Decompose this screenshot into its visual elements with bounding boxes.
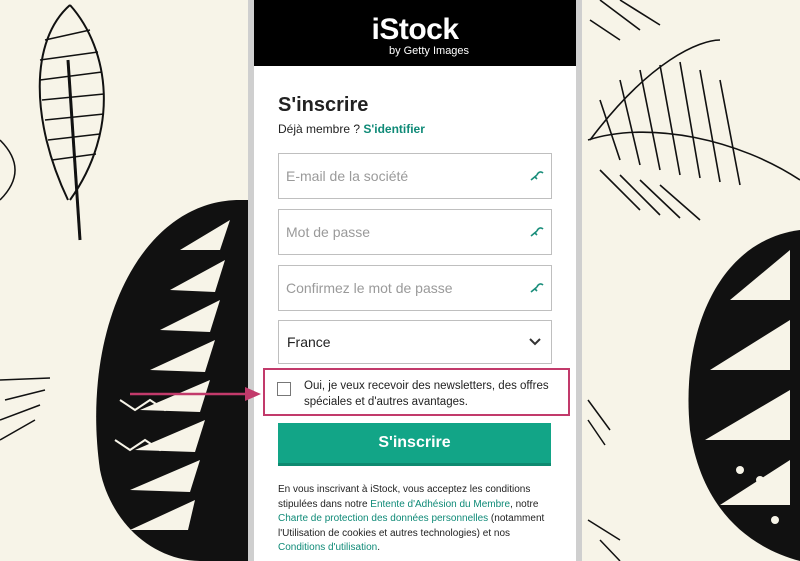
signin-link[interactable]: S'identifier (363, 122, 425, 136)
key-icon[interactable] (529, 168, 545, 184)
feather-left-large (96, 200, 248, 561)
key-icon[interactable] (529, 224, 545, 240)
input-group: France (278, 153, 552, 364)
newsletter-checkbox[interactable] (277, 382, 291, 396)
brand-tagline: by Getty Images (388, 45, 470, 57)
already-member-line: Déjà membre ? S'identifier (278, 122, 552, 136)
already-member-text: Déjà membre ? (278, 122, 361, 136)
brand-logo[interactable]: iStock (371, 15, 459, 45)
privacy-policy-link[interactable]: Charte de protection des données personn… (278, 513, 488, 524)
legal-part-2: , notre (510, 498, 539, 510)
country-value: France (287, 334, 331, 350)
feather-top-right (587, 0, 800, 221)
legal-text: En vous inscrivant à iStock, vous accept… (278, 483, 558, 556)
chevron-down-icon (529, 338, 541, 346)
confirm-password-field[interactable] (279, 266, 551, 310)
confirm-password-field-container (278, 265, 552, 311)
signup-form: S'inscrire Déjà membre ? S'identifier E-… (254, 94, 576, 364)
password-field[interactable] (279, 210, 551, 254)
email-field[interactable] (279, 154, 551, 198)
password-field-container (278, 209, 552, 255)
terms-of-use-link[interactable]: Conditions d'utilisation (278, 542, 377, 553)
signup-panel: iStock by Getty Images S'inscrire Déjà m… (248, 0, 582, 561)
feather-right-strokes (587, 399, 621, 561)
signup-button[interactable]: S'inscrire (278, 423, 551, 466)
newsletter-optin: Oui, je veux recevoir des newsletters, d… (263, 368, 570, 416)
feather-right-large (688, 230, 800, 561)
country-select[interactable]: France (278, 320, 552, 364)
key-icon[interactable] (529, 280, 545, 296)
arrow-icon (130, 387, 261, 401)
brand-header: iStock by Getty Images (254, 0, 576, 66)
newsletter-label: Oui, je veux recevoir des newsletters, d… (304, 380, 549, 408)
email-field-container (278, 153, 552, 199)
feather-left-small (0, 139, 51, 441)
member-agreement-link[interactable]: Entente d'Adhésion du Membre (370, 499, 510, 510)
legal-part-4: . (377, 542, 380, 553)
feather-top-left (38, 4, 105, 241)
page-title: S'inscrire (278, 94, 369, 116)
